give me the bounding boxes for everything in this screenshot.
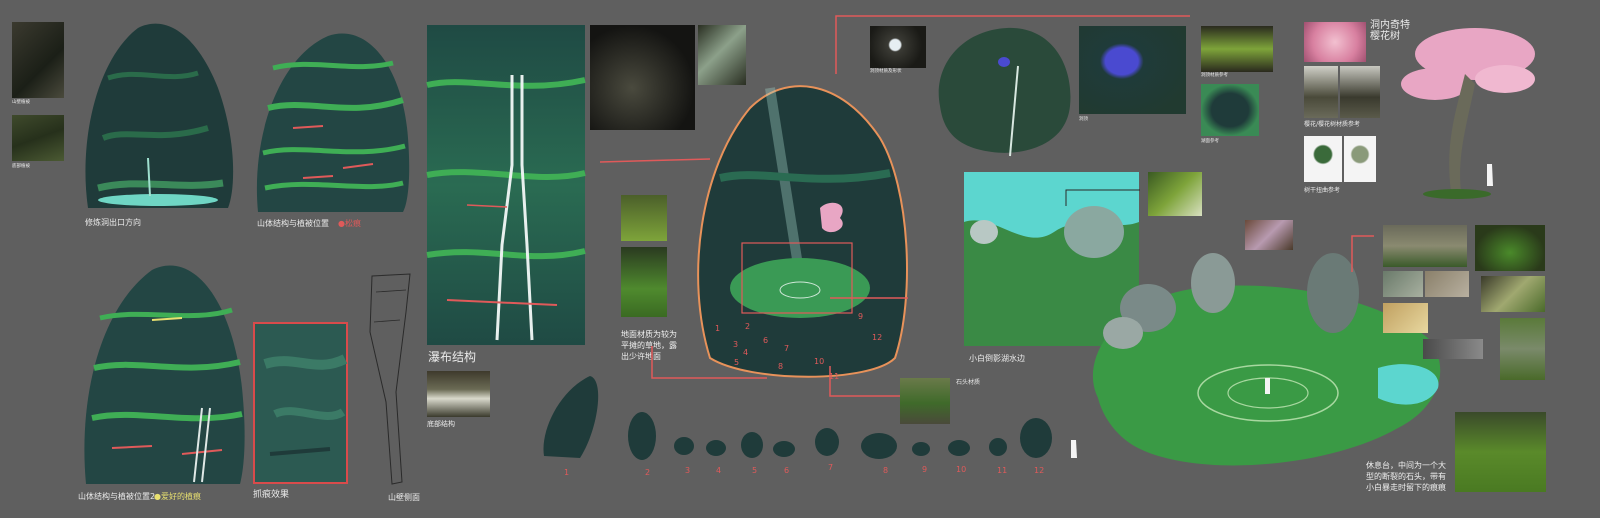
bonsai-photo-1 — [1304, 136, 1342, 182]
cave-ceiling-photo — [1201, 26, 1273, 72]
lake-ref-photo — [1201, 84, 1259, 136]
mountain-veg-label: 山壁植被 — [12, 100, 30, 105]
stone-num-6: 6 — [784, 466, 790, 475]
lake-side-label: 小白倒影湖水边 — [969, 354, 1025, 363]
scratch-effect-panel — [253, 322, 348, 484]
stone-num-7: 7 — [828, 463, 834, 472]
rock-ref-photo-4 — [1425, 271, 1469, 297]
rock-ref-photo-8 — [1500, 318, 1545, 380]
rock-ref-photo-2 — [1475, 225, 1545, 271]
bottom-veg-label: 底部植被 — [12, 164, 30, 169]
wall-side-sketch — [369, 273, 411, 485]
structure-veg-label: 山体结构与植被位置 — [257, 219, 329, 228]
stone-material-label: 石头材质 — [956, 379, 981, 386]
cherry-photo-2 — [1304, 66, 1338, 118]
cave-num-2: 2 — [745, 322, 751, 331]
ground-photo-2 — [621, 247, 667, 317]
ground-photo-1 — [621, 195, 667, 241]
ceiling-ref-label: 洞顶材质参考 — [1201, 73, 1228, 78]
bottom-structure-label: 底部结构 — [427, 420, 455, 428]
cherry-photo-3 — [1340, 66, 1380, 118]
cherry-ref-label: 樱花/樱花树材质参考 — [1304, 121, 1361, 128]
cave-hole-label: 洞顶材质及形状 — [870, 69, 902, 74]
cave-num-6: 6 — [763, 336, 769, 345]
moss-tag-label: ●松痕 — [338, 219, 361, 228]
waterfall-panel — [426, 25, 586, 345]
stone-num-11: 11 — [997, 466, 1008, 475]
cave-num-10: 10 — [814, 357, 825, 366]
stone-num-2: 2 — [645, 468, 651, 477]
waterfall-structure-label: 瀑布结构 — [428, 350, 477, 364]
cave-ceiling-concept — [938, 27, 1071, 157]
stone-num-12: 12 — [1034, 466, 1045, 475]
cave-num-7: 7 — [784, 344, 790, 353]
bonsai-photo-2 — [1344, 136, 1376, 182]
moss-closeup-photo — [1148, 172, 1202, 216]
mountain-concept-2 — [256, 33, 410, 213]
lake-ref-label: 湖面参考 — [1201, 139, 1219, 144]
stone-num-5: 5 — [752, 466, 758, 475]
rock-ref-photo-3 — [1383, 271, 1423, 297]
wall-side-label: 山壁侧面 — [388, 493, 420, 502]
cherry-tree-concept — [1401, 28, 1535, 199]
connector-line-stone — [829, 297, 908, 397]
rock-ref-photo-5 — [1481, 276, 1545, 312]
exit-direction-label: 修炼洞出口方向 — [85, 218, 141, 227]
rock-ref-photo-6 — [1383, 303, 1428, 333]
cave-num-1: 1 — [715, 324, 721, 333]
lake-top-view — [1079, 26, 1186, 114]
structure-veg2-label: 山体结构与植被位置2 — [78, 492, 156, 501]
stone-num-8: 8 — [883, 466, 889, 475]
stone-num-9: 9 — [922, 465, 928, 474]
lake-note-label: 洞顶 — [1079, 117, 1088, 122]
bonsai-ref-label: 树干扭曲参考 — [1304, 187, 1341, 194]
mountain-concept-1 — [85, 23, 234, 209]
grass-ref-photo — [1455, 412, 1546, 492]
bottom-veg-photo — [12, 115, 64, 161]
mountain-concept-3 — [84, 265, 245, 484]
rock-ref-photo-1 — [1383, 225, 1467, 267]
cave-wall-photo — [12, 22, 64, 98]
stone-num-4: 4 — [716, 466, 722, 475]
stone-num-10: 10 — [956, 465, 967, 474]
scratch-tag-label: ●爱好的植痕 — [154, 492, 201, 501]
connector-line-lake — [1065, 189, 1140, 206]
stone-num-3: 3 — [685, 466, 691, 475]
rest-area-note: 休息台，中间为一个大型的断裂的石头，带有小白暴走时留下的痕痕 — [1366, 461, 1446, 492]
rock-ref-photo-7 — [1423, 339, 1483, 359]
waterfall-bottom-photo — [427, 371, 490, 417]
scratch-effect-label: 抓痕效果 — [253, 490, 290, 500]
connector-line-rest — [1351, 235, 1374, 272]
cherry-photo-1 — [1304, 22, 1366, 62]
stones-row — [543, 376, 1077, 460]
cave-hole-photo — [870, 26, 926, 68]
stone-num-1: 1 — [564, 468, 570, 477]
